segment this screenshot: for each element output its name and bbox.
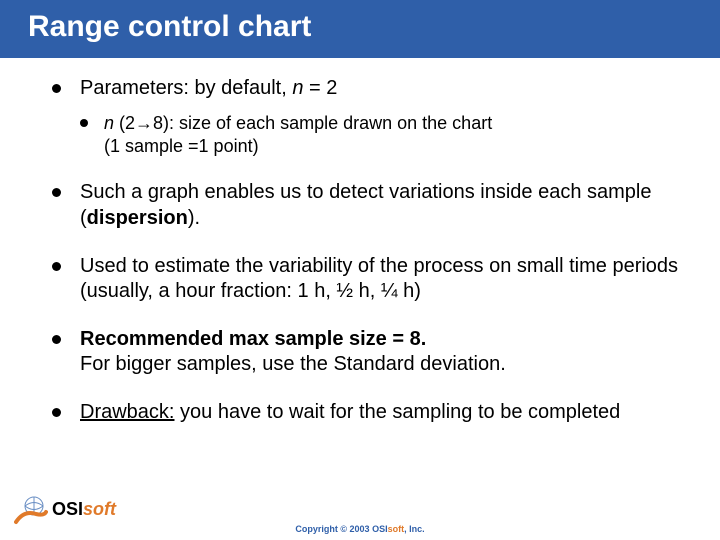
copyright-osi: OSI — [372, 524, 388, 534]
copyright-text: , Inc. — [404, 524, 425, 534]
logo-soft: soft — [83, 499, 116, 519]
bullet-parameters: Parameters: by default, n = 2 n (2→8): s… — [52, 76, 680, 158]
text: you have to wait for the sampling to be … — [174, 401, 620, 423]
copyright-footer: Copyright © 2003 OSIsoft, Inc. — [0, 524, 720, 534]
globe-swoosh-icon — [14, 492, 48, 526]
sub-list: n (2→8): size of each sample drawn on th… — [80, 112, 680, 159]
text: = 2 — [303, 77, 337, 99]
text: Parameters: by default, — [80, 77, 292, 99]
bullet-drawback: Drawback: you have to wait for the sampl… — [52, 400, 680, 426]
logo-osi: OSI — [52, 499, 83, 519]
text: For bigger samples, use the Standard dev… — [80, 353, 506, 375]
bold-recommended: Recommended max sample size = 8. — [80, 328, 426, 350]
var-n: n — [104, 113, 114, 133]
content-area: Parameters: by default, n = 2 n (2→8): s… — [0, 58, 720, 540]
underline-drawback: Drawback: — [80, 401, 174, 423]
text: ). — [188, 207, 200, 229]
bullet-variability: Used to estimate the variability of the … — [52, 254, 680, 305]
text: (2→8): size of each sample drawn on the … — [114, 113, 492, 133]
var-n: n — [292, 77, 303, 99]
copyright-soft: soft — [388, 524, 405, 534]
logo-text: OSIsoft — [52, 499, 116, 520]
slide: Range control chart Parameters: by defau… — [0, 0, 720, 540]
bold-dispersion: dispersion — [87, 207, 188, 229]
bullet-list: Parameters: by default, n = 2 n (2→8): s… — [52, 76, 680, 426]
bullet-dispersion: Such a graph enables us to detect variat… — [52, 180, 680, 231]
text: (1 sample =1 point) — [104, 136, 259, 156]
logo: OSIsoft — [14, 492, 116, 526]
bullet-recommended: Recommended max sample size = 8. For big… — [52, 327, 680, 378]
copyright-text: Copyright © 2003 — [295, 524, 372, 534]
slide-title: Range control chart — [0, 0, 720, 58]
sub-bullet-n-range: n (2→8): size of each sample drawn on th… — [80, 112, 680, 159]
